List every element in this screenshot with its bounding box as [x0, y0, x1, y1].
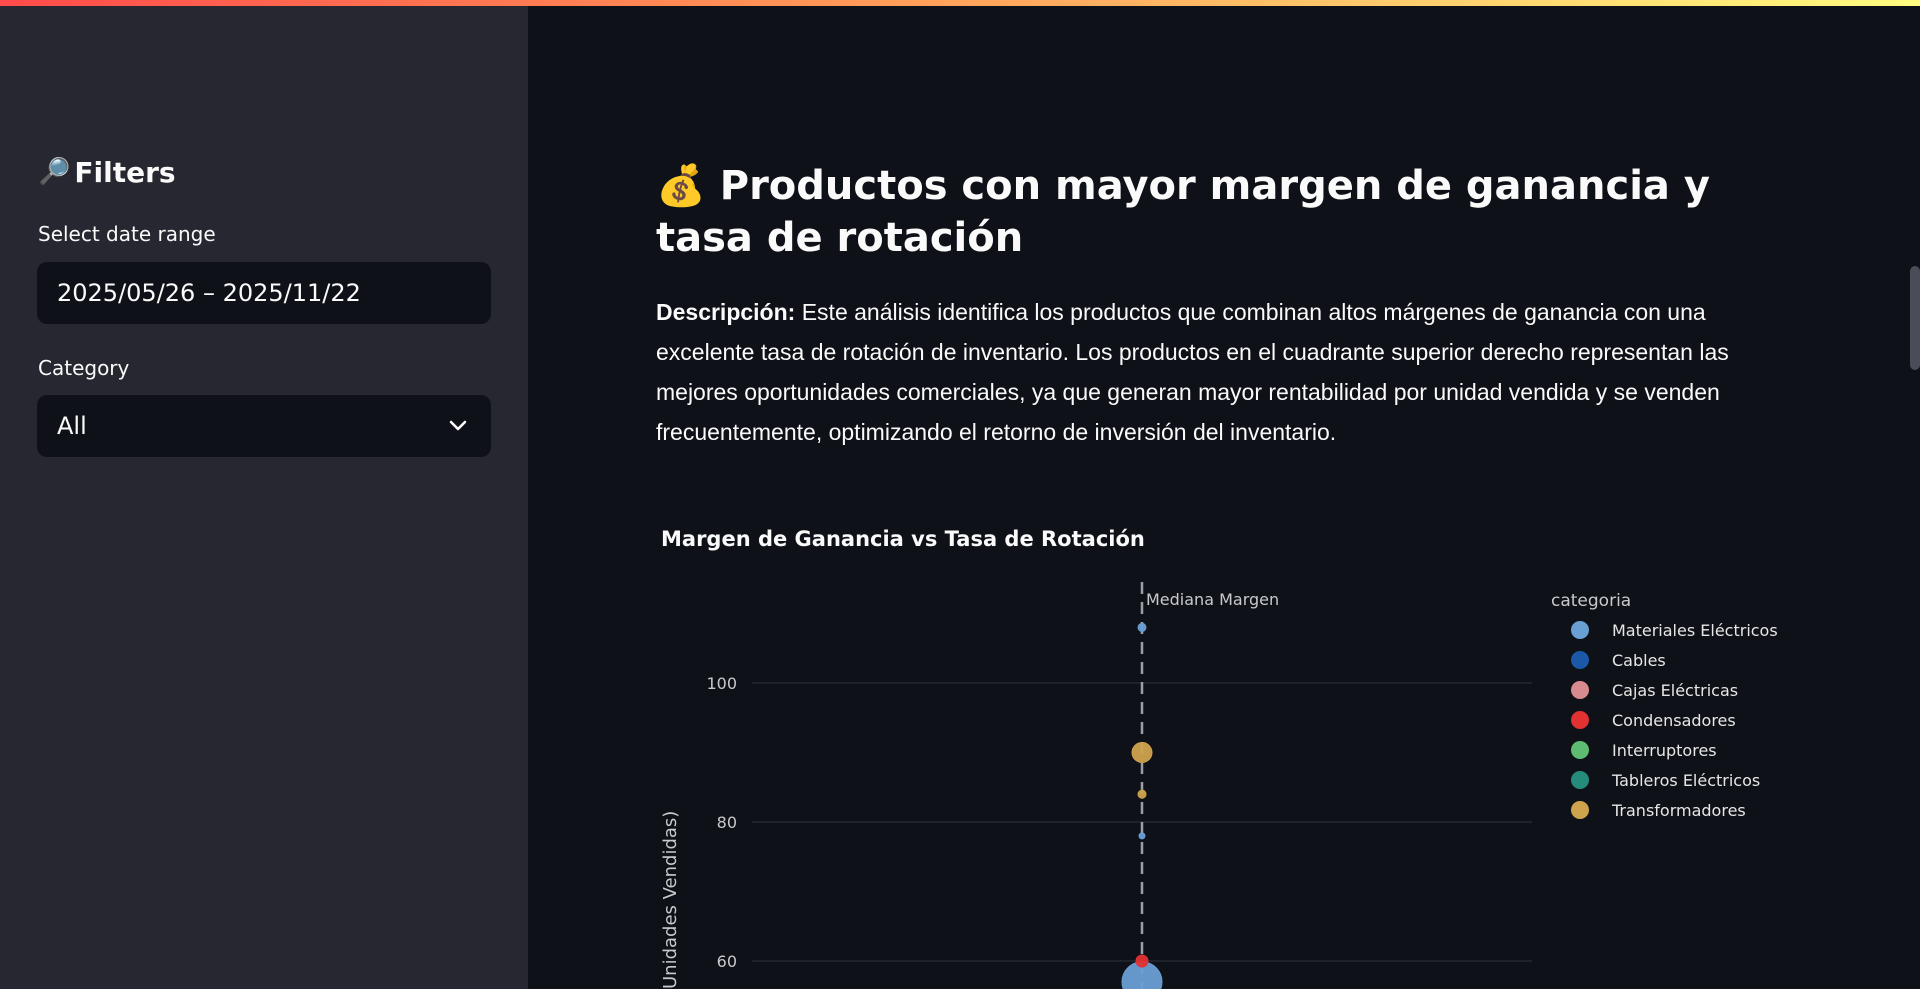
median-line-label: Mediana Margen — [1146, 590, 1279, 609]
data-point — [1135, 954, 1149, 968]
app-top-decoration — [0, 0, 1920, 6]
legend-item-label: Tableros Eléctricos — [1611, 771, 1760, 790]
legend-item-label: Cajas Eléctricas — [1612, 681, 1738, 700]
legend-marker — [1571, 711, 1589, 729]
legend-marker — [1571, 651, 1589, 669]
legend-marker — [1571, 621, 1589, 639]
data-point — [1131, 742, 1153, 763]
legend-marker — [1571, 741, 1589, 759]
y-tick-label: 80 — [717, 813, 737, 832]
data-point — [1137, 789, 1147, 799]
y-axis-label: Unidades Vendidas) — [660, 811, 681, 989]
legend-marker — [1571, 771, 1589, 789]
legend-marker — [1571, 801, 1589, 819]
legend-item-label: Materiales Eléctricos — [1612, 621, 1778, 640]
y-tick-label: 100 — [706, 674, 737, 693]
legend-item-label: Transformadores — [1611, 801, 1746, 820]
data-point — [1137, 622, 1147, 632]
scatter-chart: 60 80 100 Unidades Vendidas) Mediana Margen c… — [660, 582, 1778, 989]
y-tick-label: 60 — [717, 952, 737, 971]
legend-item-label: Interruptores — [1612, 741, 1717, 760]
legend-title: categoria — [1551, 591, 1631, 611]
data-point — [1138, 832, 1146, 840]
legend-item-label: Condensadores — [1612, 711, 1736, 730]
legend-marker — [1571, 681, 1589, 699]
legend-item-label: Cables — [1612, 651, 1666, 670]
